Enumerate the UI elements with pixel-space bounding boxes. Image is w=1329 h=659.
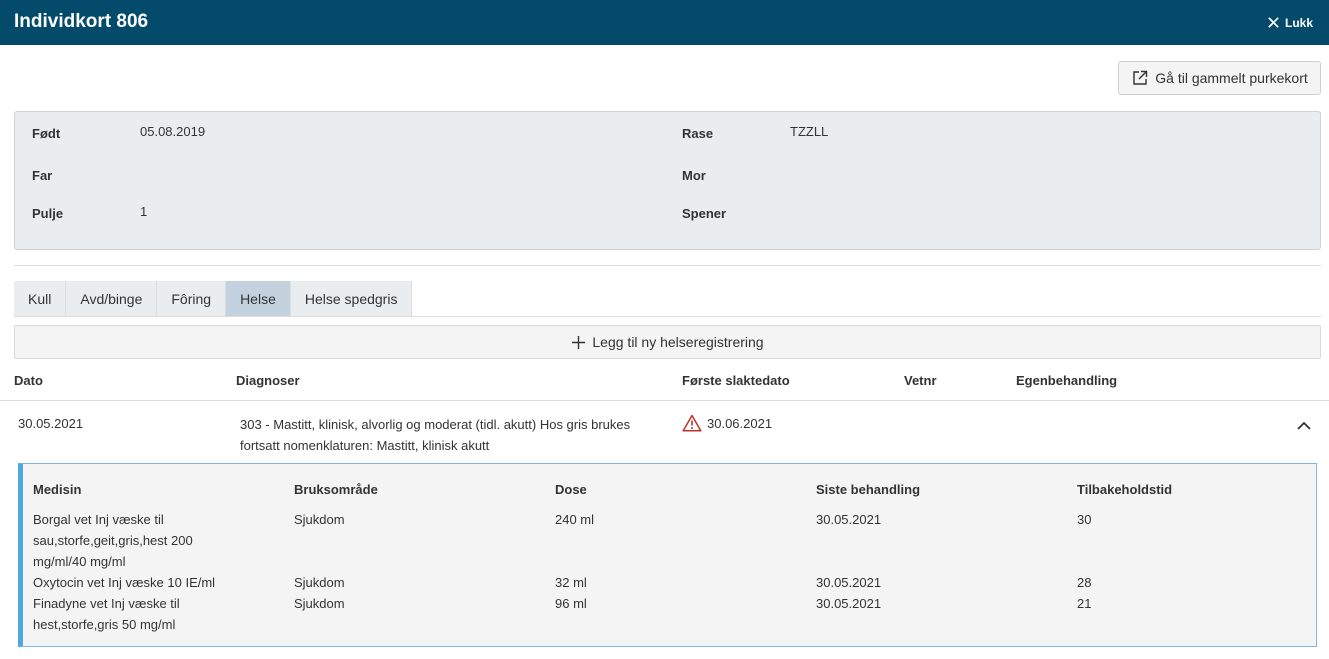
column-header-medisin: Medisin	[33, 482, 82, 497]
medicine-name: Finadyne vet Inj væske til hest,storfe,g…	[33, 596, 180, 632]
medicine-withdrawal: 30	[1077, 512, 1092, 527]
column-header-tilbakeholdstid: Tilbakeholdstid	[1077, 482, 1173, 497]
column-header-vetnr: Vetnr	[904, 373, 937, 388]
external-link-icon	[1133, 70, 1148, 85]
old-sow-card-label: Gå til gammelt purkekort	[1155, 70, 1308, 86]
medicine-last-treatment: 30.05.2021	[816, 575, 882, 590]
breed-label: Rase	[682, 126, 714, 141]
medicine-withdrawal: 21	[1077, 596, 1092, 611]
dialog-header: Individkort 806 Lukk	[0, 0, 1329, 45]
add-health-registration-button[interactable]: Legg til ny helseregistrering	[14, 325, 1321, 359]
column-header-forste-slaktedato: Første slaktedato	[682, 373, 790, 388]
born-label: Født	[32, 126, 61, 141]
tab-helse[interactable]: Helse	[226, 281, 291, 316]
warning-triangle-icon	[682, 414, 702, 432]
plus-icon	[572, 335, 586, 349]
animal-info-panel: Født 05.08.2019 Far Pulje 1 Rase TZZLL M…	[14, 111, 1321, 250]
tab-avd-binge[interactable]: Avd/binge	[66, 281, 158, 316]
table-header-divider	[0, 400, 1329, 401]
column-header-diagnoser: Diagnoser	[236, 373, 300, 388]
medicine-name: Oxytocin vet Inj væske 10 IE/ml	[33, 575, 216, 590]
column-header-siste-behandling: Siste behandling	[816, 482, 921, 497]
tab-label: Helse spedgris	[304, 290, 398, 307]
mother-label: Mor	[682, 168, 706, 183]
tab-label: Kull	[28, 290, 52, 307]
medicine-dose: 96 ml	[555, 596, 587, 611]
medicine-usage: Sjukdom	[294, 575, 345, 590]
tab-label: Fôring	[171, 290, 212, 307]
pool-label: Pulje	[32, 206, 64, 221]
column-header-dose: Dose	[555, 482, 587, 497]
medicine-last-treatment: 30.05.2021	[816, 512, 882, 527]
tab-helse-spedgris[interactable]: Helse spedgris	[290, 281, 413, 316]
section-divider	[14, 265, 1321, 266]
medicine-withdrawal: 28	[1077, 575, 1092, 590]
row-first-slaughter-date: 30.06.2021	[682, 414, 772, 432]
pool-value: 1	[140, 204, 148, 219]
close-label: Lukk	[1284, 15, 1313, 30]
column-header-dato: Dato	[14, 373, 43, 388]
medicine-detail-panel: Medisin Bruksområde Dose Siste behandlin…	[18, 463, 1317, 647]
tabs-divider	[14, 316, 1321, 317]
chevron-up-icon[interactable]	[1296, 419, 1312, 431]
tab-kull[interactable]: Kull	[14, 281, 67, 316]
tab-label: Avd/binge	[80, 290, 143, 307]
medicine-usage: Sjukdom	[294, 596, 345, 611]
medicine-last-treatment: 30.05.2021	[816, 596, 882, 611]
row-diagnosis: 303 - Mastitt, klinisk, alvorlig og mode…	[240, 417, 631, 453]
medicine-name: Borgal vet Inj væske til sau,storfe,geit…	[33, 512, 193, 569]
tab-label: Helse	[240, 290, 276, 307]
column-header-bruksomrade: Bruksområde	[294, 482, 378, 497]
medicine-dose: 32 ml	[555, 575, 587, 590]
row-vet-number	[899, 414, 965, 430]
row-date: 30.05.2021	[18, 416, 84, 431]
page-title: Individkort 806	[14, 11, 149, 32]
tab-bar: Kull Avd/binge Fôring Helse Helse spedgr…	[14, 281, 413, 316]
tab-foring[interactable]: Fôring	[157, 281, 227, 316]
medicine-usage: Sjukdom	[294, 512, 345, 527]
father-label: Far	[32, 168, 53, 183]
close-icon	[1268, 17, 1279, 28]
old-sow-card-button[interactable]: Gå til gammelt purkekort	[1118, 61, 1321, 95]
born-value: 05.08.2019	[140, 124, 206, 139]
nurse-sow-label: Spener	[682, 206, 727, 221]
medicine-dose: 240 ml	[555, 512, 595, 527]
row-self-treatment	[1004, 411, 1050, 441]
breed-value: TZZLL	[790, 124, 829, 139]
add-health-registration-label: Legg til ny helseregistrering	[592, 334, 764, 350]
column-header-egenbehandling: Egenbehandling	[1016, 373, 1118, 388]
first-slaughter-date-value: 30.06.2021	[707, 415, 773, 431]
close-button[interactable]: Lukk	[1266, 15, 1313, 30]
